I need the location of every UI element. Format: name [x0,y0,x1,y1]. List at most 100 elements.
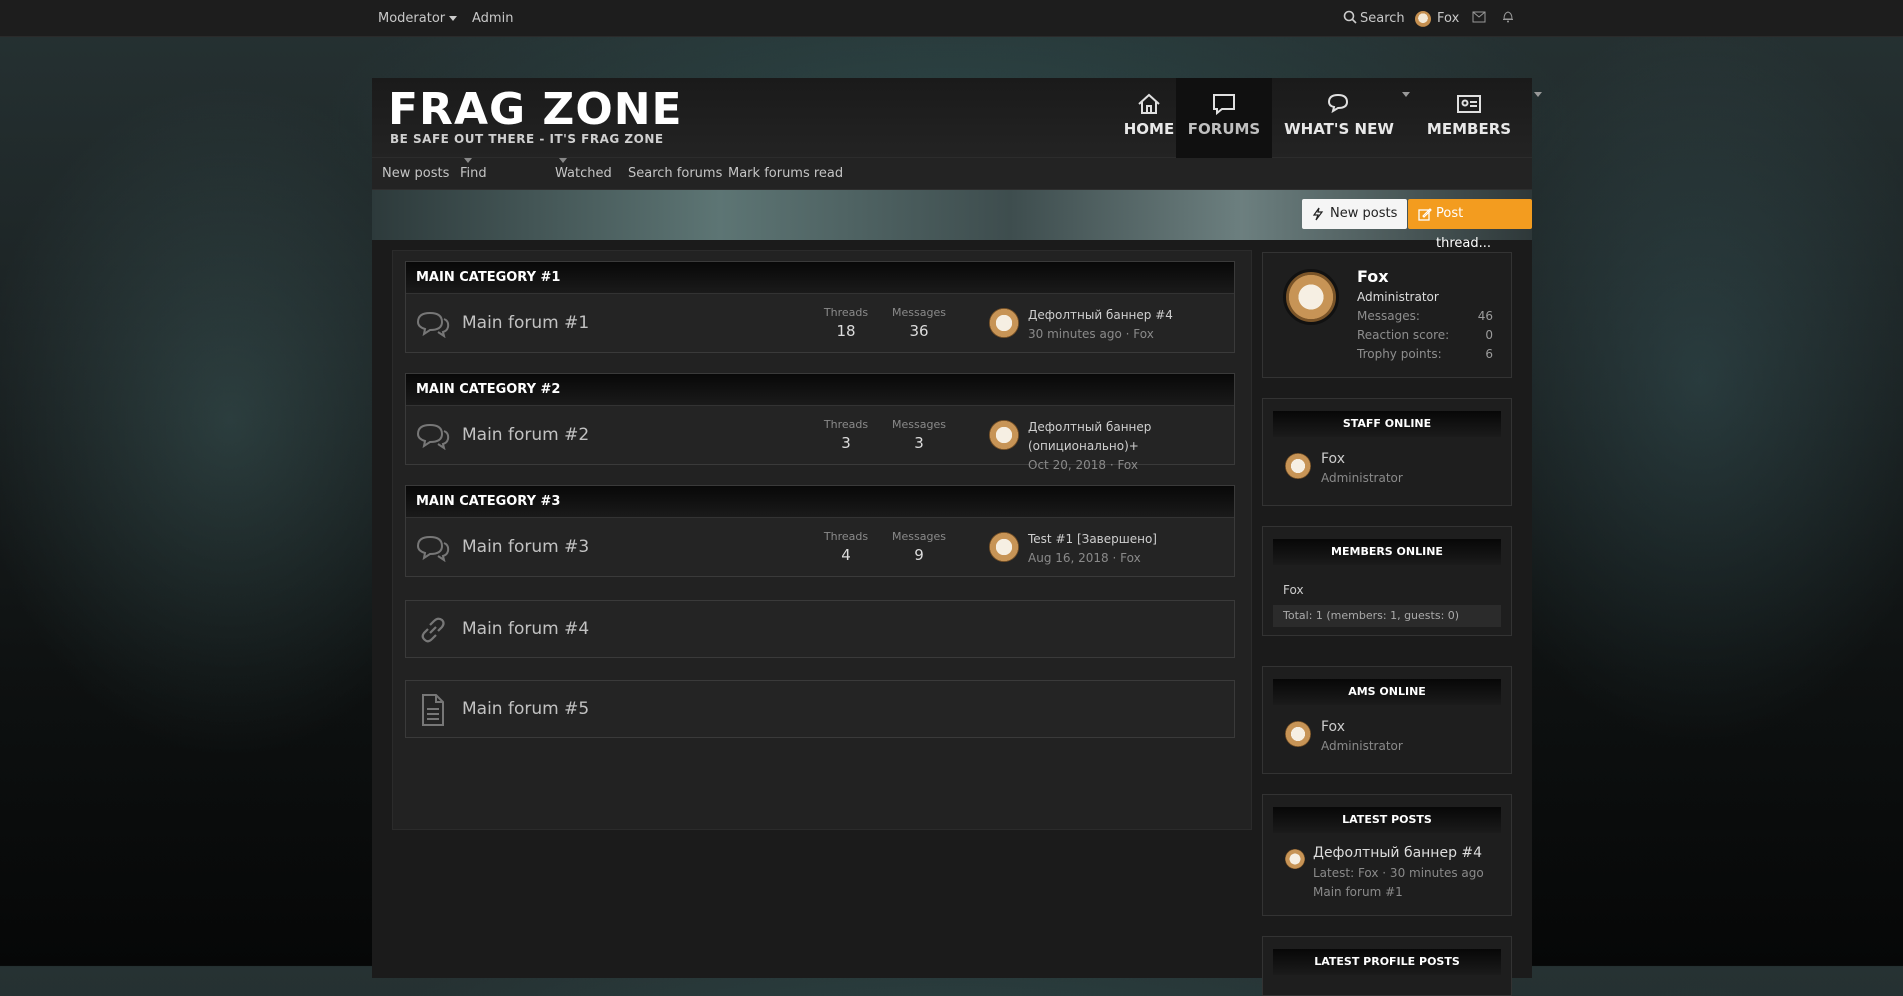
last-post-title[interactable]: Дефолтный баннер #4 [1028,306,1173,325]
avatar[interactable] [1283,269,1339,325]
online-member[interactable]: Fox [1283,583,1304,597]
document-icon [422,694,444,726]
subnav-search-forums[interactable]: Search forums [628,158,722,190]
ams-role: Administrator [1321,739,1403,753]
last-post-title[interactable]: Дефолтный баннер (опиционально)+ [1028,418,1234,456]
messages-label: Messages [892,418,946,431]
threads-label: Threads [823,306,869,319]
forum-row: Main forum #2 Threads 3 Messages 3 Дефолтн… [406,406,1234,472]
forum-list: MAIN CATEGORY #1 Main forum #1 Threads 18… [392,250,1252,830]
chevron-down-icon [464,158,472,163]
category-title[interactable]: MAIN CATEGORY #3 [406,486,1234,518]
messages-count: 9 [914,546,924,564]
admin-link[interactable]: Admin [472,0,513,37]
site-logo[interactable]: FRAG ZONE [388,88,683,132]
latest-posts-widget: LATEST POSTS Дефолтный баннер #4 Latest:… [1262,794,1512,916]
forum-title[interactable]: Main forum #4 [462,601,589,657]
nav-forums[interactable]: FORUMS [1176,78,1272,158]
last-post-user[interactable]: Fox [1117,458,1138,472]
forum-chat-icon [416,311,450,338]
threads-stat: Threads 3 [816,418,876,452]
last-post-time[interactable]: 30 minutes ago [1028,327,1122,341]
last-post-time[interactable]: Aug 16, 2018 [1028,551,1109,565]
forum-title[interactable]: Main forum #5 [462,681,589,737]
threads-count: 4 [841,546,851,564]
profile-widget: Fox Administrator Messages: 46 Reaction s… [1262,252,1512,378]
staff-name[interactable]: Fox [1321,451,1345,467]
last-post-meta: 30 minutes ago · Fox [1028,327,1154,341]
sub-nav: New posts Find threads Watched Search fo… [372,158,1532,213]
last-post-title[interactable]: Test #1 [Завершено] [1028,530,1157,549]
messages-label: Messages [892,530,946,543]
avatar [1415,10,1431,27]
reaction-count: 0 [1485,328,1493,342]
post-thread-button[interactable]: Post thread... [1408,199,1532,251]
forums-icon [1213,94,1235,116]
forum-title[interactable]: Main forum #2 [462,406,589,464]
page-forum-row: Main forum #5 [405,680,1235,738]
threads-count: 3 [841,434,851,452]
search-icon [1343,10,1357,24]
avatar[interactable] [989,420,1019,450]
online-total: Total: 1 (members: 1, guests: 0) [1273,605,1501,627]
last-post-meta: Oct 20, 2018 · Fox [1028,458,1139,472]
category-title[interactable]: MAIN CATEGORY #1 [406,262,1234,294]
forum-title[interactable]: Main forum #1 [462,294,589,352]
avatar[interactable] [989,532,1019,562]
subnav-new-posts[interactable]: New posts [382,158,449,190]
last-post-user[interactable]: Fox [1120,551,1141,565]
link-icon [421,617,445,643]
chevron-down-icon [449,16,458,21]
new-posts-button[interactable]: New posts [1302,199,1408,229]
profile-name[interactable]: Fox [1357,267,1389,286]
edit-icon [1418,208,1432,221]
category-block: MAIN CATEGORY #2 Main forum #2 Threads 3 … [405,373,1235,472]
avatar[interactable] [1285,849,1305,869]
ams-name[interactable]: Fox [1321,719,1345,735]
avatar[interactable] [1285,721,1311,747]
threads-label: Threads [823,418,869,431]
widget-title: STAFF ONLINE [1273,411,1501,437]
latest-profile-posts-widget: LATEST PROFILE POSTS [1262,936,1512,996]
top-bar: Moderator Admin Search Fox [0,0,1903,37]
category-title[interactable]: MAIN CATEGORY #2 [406,374,1234,406]
forum-chat-icon [416,423,450,450]
members-online-widget: MEMBERS ONLINE Fox Total: 1 (members: 1,… [1262,526,1512,636]
reaction-stat: Reaction score: 0 [1357,328,1493,342]
ams-online-widget: AMS ONLINE Fox Administrator [1262,666,1512,774]
moderator-menu[interactable]: Moderator [378,0,458,37]
messages-label: Messages: [1357,309,1420,323]
chevron-down-icon[interactable] [1402,92,1410,97]
avatar[interactable] [1285,453,1311,479]
latest-post-title[interactable]: Дефолтный баннер #4 [1313,845,1482,861]
search-label: Search [1360,11,1405,26]
nav-whats-new-label: WHAT'S NEW [1284,120,1394,138]
chevron-down-icon [559,158,567,163]
messages-count: 3 [914,434,924,452]
subnav-mark-read[interactable]: Mark forums read [728,158,843,190]
forum-title[interactable]: Main forum #3 [462,518,589,576]
search-link[interactable]: Search [1343,0,1405,37]
latest-post-forum[interactable]: Main forum #1 [1313,885,1403,899]
avatar[interactable] [989,308,1019,338]
trophy-stat: Trophy points: 6 [1357,347,1493,361]
id-card-icon [1457,95,1481,113]
inbox-button[interactable] [1472,0,1486,37]
category-block: MAIN CATEGORY #3 Main forum #3 Threads 4 … [405,485,1235,577]
nav-members-label: MEMBERS [1426,120,1512,138]
site-header: FRAG ZONE BE SAFE OUT THERE - IT'S FRAG … [372,78,1542,158]
alerts-button[interactable] [1502,0,1514,37]
last-post: Дефолтный баннер #4 30 minutes ago · Fox [1028,306,1173,344]
nav-whats-new[interactable]: WHAT'S NEW [1280,78,1410,158]
chevron-down-icon[interactable] [1534,92,1542,97]
messages-stat: Messages 9 [889,530,949,564]
widget-title: LATEST POSTS [1273,807,1501,833]
nav-members[interactable]: MEMBERS [1410,78,1542,158]
bell-icon [1503,11,1513,23]
last-post-user[interactable]: Fox [1133,327,1154,341]
staff-online-widget: STAFF ONLINE Fox Administrator [1262,398,1512,506]
reaction-label: Reaction score: [1357,328,1450,342]
last-post-time[interactable]: Oct 20, 2018 [1028,458,1106,472]
user-name: Fox [1437,11,1460,26]
user-menu[interactable]: Fox [1415,0,1459,37]
